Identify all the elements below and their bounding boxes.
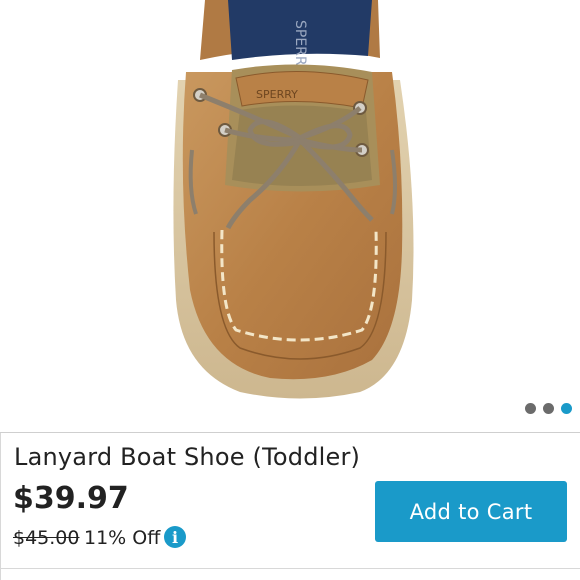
original-price: $45.00 <box>13 527 80 549</box>
product-image: SPERRY SPERRY <box>173 0 414 399</box>
divider <box>0 432 580 433</box>
product-title: Lanyard Boat Shoe (Toddler) <box>14 443 361 471</box>
product-image-gallery[interactable]: SPERRY SPERRY <box>0 0 580 432</box>
bottom-divider <box>0 568 580 569</box>
gallery-dot[interactable] <box>543 403 554 414</box>
add-to-cart-button[interactable]: Add to Cart <box>375 481 567 542</box>
gallery-dot[interactable] <box>525 403 536 414</box>
discount-label: 11% Off <box>84 527 161 549</box>
svg-text:SPERRY: SPERRY <box>256 88 298 101</box>
info-icon[interactable]: i <box>164 526 186 548</box>
gallery-dot-active[interactable] <box>561 403 572 414</box>
gallery-pagination[interactable] <box>525 403 572 414</box>
sale-price: $39.97 <box>13 481 129 516</box>
